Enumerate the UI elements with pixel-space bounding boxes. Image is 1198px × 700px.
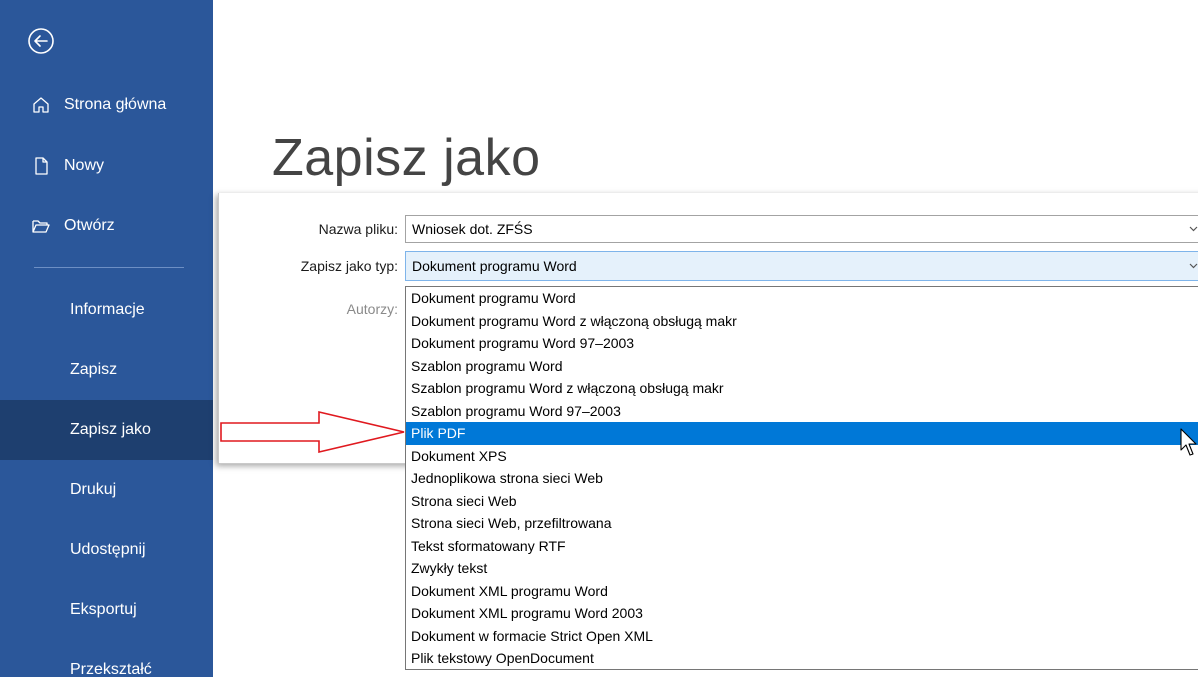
back-arrow-icon <box>28 28 54 54</box>
dropdown-option[interactable]: Dokument XPS <box>406 445 1198 468</box>
dropdown-option-pdf[interactable]: Plik PDF <box>406 422 1198 445</box>
mouse-cursor-icon <box>1180 428 1197 456</box>
filename-label: Nazwa pliku: <box>318 221 398 237</box>
filename-value: Wniosek dot. ZFŚS <box>412 221 533 237</box>
dropdown-option[interactable]: Dokument XML programu Word <box>406 580 1198 603</box>
dropdown-option[interactable]: Tekst sformatowany RTF <box>406 535 1198 558</box>
sidebar-item-label: Eksportuj <box>70 601 137 618</box>
chevron-down-icon[interactable] <box>1189 261 1198 270</box>
dropdown-option[interactable]: Dokument XML programu Word 2003 <box>406 602 1198 625</box>
sidebar-divider <box>34 267 184 268</box>
sidebar-item-label: Strona główna <box>64 96 167 113</box>
dropdown-option[interactable]: Zwykły tekst <box>406 557 1198 580</box>
sidebar-item-label: Drukuj <box>70 481 117 498</box>
dropdown-option[interactable]: Szablon programu Word <box>406 355 1198 378</box>
page-title: Zapisz jako <box>272 129 541 187</box>
annotation-arrow-icon <box>220 410 405 454</box>
save-type-value: Dokument programu Word <box>412 258 577 274</box>
sidebar-item-save-as[interactable]: Zapisz jako <box>0 400 213 460</box>
sidebar-item-open[interactable]: Otwórz <box>0 196 213 256</box>
sidebar-item-label: Informacje <box>70 301 145 318</box>
sidebar-item-print[interactable]: Drukuj <box>0 460 213 520</box>
dropdown-option[interactable]: Dokument programu Word <box>406 287 1198 310</box>
dropdown-option[interactable]: Strona sieci Web <box>406 490 1198 513</box>
save-type-label: Zapisz jako typ: <box>300 258 398 274</box>
sidebar-item-label: Nowy <box>64 157 105 174</box>
new-document-icon <box>30 155 52 177</box>
open-folder-icon <box>30 215 52 237</box>
authors-label: Autorzy: <box>346 301 398 317</box>
dropdown-option[interactable]: Szablon programu Word z włączoną obsługą… <box>406 377 1198 400</box>
filename-input[interactable]: Wniosek dot. ZFŚS <box>405 215 1198 243</box>
sidebar-item-label: Przekształć <box>70 661 152 678</box>
dropdown-option[interactable]: Dokument w formacie Strict Open XML <box>406 625 1198 648</box>
dropdown-option[interactable]: Plik tekstowy OpenDocument <box>406 647 1198 670</box>
back-button[interactable] <box>26 26 56 56</box>
dropdown-option[interactable]: Dokument programu Word z włączoną obsług… <box>406 310 1198 333</box>
dropdown-option[interactable]: Jednoplikowa strona sieci Web <box>406 467 1198 490</box>
sidebar-item-label: Udostępnij <box>70 541 146 558</box>
sidebar-item-label: Zapisz <box>70 361 118 378</box>
sidebar-item-new[interactable]: Nowy <box>0 136 213 196</box>
backstage-sidebar: Strona główna Nowy Otwórz Informacje Zap… <box>0 0 213 678</box>
sidebar-item-label: Otwórz <box>64 217 115 234</box>
chevron-down-icon[interactable] <box>1189 224 1198 233</box>
dropdown-option[interactable]: Strona sieci Web, przefiltrowana <box>406 512 1198 535</box>
sidebar-item-info[interactable]: Informacje <box>0 280 213 340</box>
sidebar-item-label: Zapisz jako <box>70 421 151 438</box>
dropdown-option[interactable]: Dokument programu Word 97–2003 <box>406 332 1198 355</box>
sidebar-item-save[interactable]: Zapisz <box>0 340 213 400</box>
sidebar-item-home[interactable]: Strona główna <box>0 75 213 135</box>
sidebar-item-export[interactable]: Eksportuj <box>0 580 213 640</box>
home-icon <box>30 94 52 116</box>
file-type-dropdown-list: Dokument programu Word Dokument programu… <box>405 286 1198 670</box>
sidebar-item-transform[interactable]: Przekształć <box>0 640 213 700</box>
dropdown-option[interactable]: Szablon programu Word 97–2003 <box>406 400 1198 423</box>
save-type-select[interactable]: Dokument programu Word <box>405 251 1198 281</box>
sidebar-item-share[interactable]: Udostępnij <box>0 520 213 580</box>
